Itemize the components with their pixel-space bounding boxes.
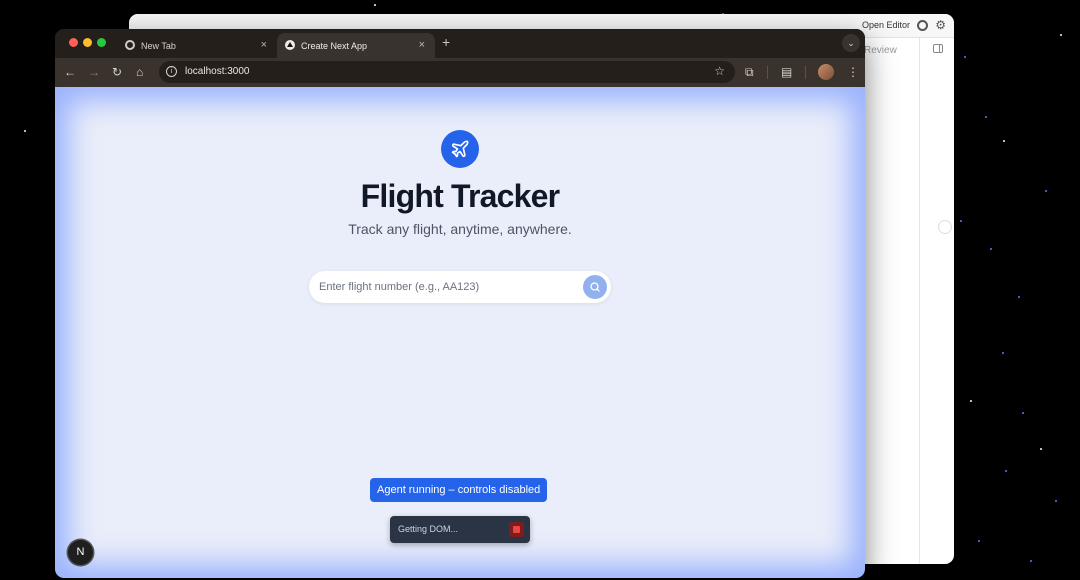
flight-number-input[interactable] [319, 277, 569, 297]
agent-status-text: Getting DOM... [398, 524, 459, 534]
gear-icon[interactable]: ⚙ [935, 18, 946, 32]
reload-icon[interactable]: ↻ [112, 64, 122, 80]
page-title: Flight Tracker [360, 178, 560, 214]
open-editor-button[interactable]: Open Editor [862, 20, 910, 30]
address-bar[interactable]: i localhost:3000 ☆ [159, 61, 735, 83]
close-tab-icon[interactable]: × [419, 39, 425, 51]
maximize-window-button[interactable] [97, 38, 106, 47]
tab-create-next-app[interactable]: Create Next App × [277, 33, 435, 58]
nextjs-triangle-icon [285, 40, 295, 50]
extensions-puzzle-icon[interactable]: ⧉ [745, 64, 754, 80]
new-tab-button[interactable]: + [442, 34, 450, 50]
home-icon[interactable]: ⌂ [136, 64, 143, 80]
bookmark-star-icon[interactable]: ☆ [714, 64, 725, 78]
chrome-icon [125, 40, 135, 50]
review-tab[interactable]: Review [864, 45, 897, 56]
close-tab-icon[interactable]: × [261, 39, 267, 51]
panel-divider [919, 38, 920, 564]
toolbar-divider [805, 66, 806, 79]
kebab-menu-icon[interactable]: ⋮ [847, 64, 859, 80]
address-url[interactable]: localhost:3000 [185, 66, 250, 77]
profile-avatar[interactable] [818, 64, 834, 80]
tab-title: Create Next App [301, 41, 368, 51]
forward-arrow-icon[interactable]: → [88, 64, 100, 80]
loading-icon [938, 220, 952, 234]
site-info-icon[interactable]: i [166, 66, 177, 77]
tab-title: New Tab [141, 41, 176, 51]
page-subtitle: Track any flight, anytime, anywhere. [348, 221, 572, 237]
stop-icon[interactable] [509, 522, 524, 537]
toolbar-divider [767, 66, 768, 79]
tab-strip: New Tab × Create Next App × + ⌄ [55, 29, 865, 58]
flight-search-form [309, 271, 611, 303]
tab-search-chevron-icon[interactable]: ⌄ [842, 34, 860, 52]
search-button[interactable] [583, 275, 607, 299]
browser-toolbar: ← → ↻ ⌂ i localhost:3000 ☆ ⧉ ▤ ⋮ [55, 58, 865, 87]
reading-mode-icon[interactable]: ▤ [781, 64, 792, 80]
search-icon [590, 282, 600, 292]
minimize-window-button[interactable] [83, 38, 92, 47]
close-window-button[interactable] [69, 38, 78, 47]
nextjs-dev-indicator[interactable]: N [68, 540, 93, 565]
chrome-icon[interactable] [917, 20, 928, 31]
agent-running-banner: Agent running – controls disabled [370, 478, 548, 502]
back-arrow-icon[interactable]: ← [64, 64, 76, 80]
page-viewport: Flight Tracker Track any flight, anytime… [55, 87, 865, 578]
side-panel-icon[interactable] [933, 44, 943, 53]
airplane-icon [441, 130, 479, 168]
browser-window: New Tab × Create Next App × + ⌄ ← → ↻ ⌂ … [55, 29, 865, 578]
agent-status-pill: Getting DOM... [390, 516, 530, 543]
tab-new-tab[interactable]: New Tab × [117, 33, 277, 58]
